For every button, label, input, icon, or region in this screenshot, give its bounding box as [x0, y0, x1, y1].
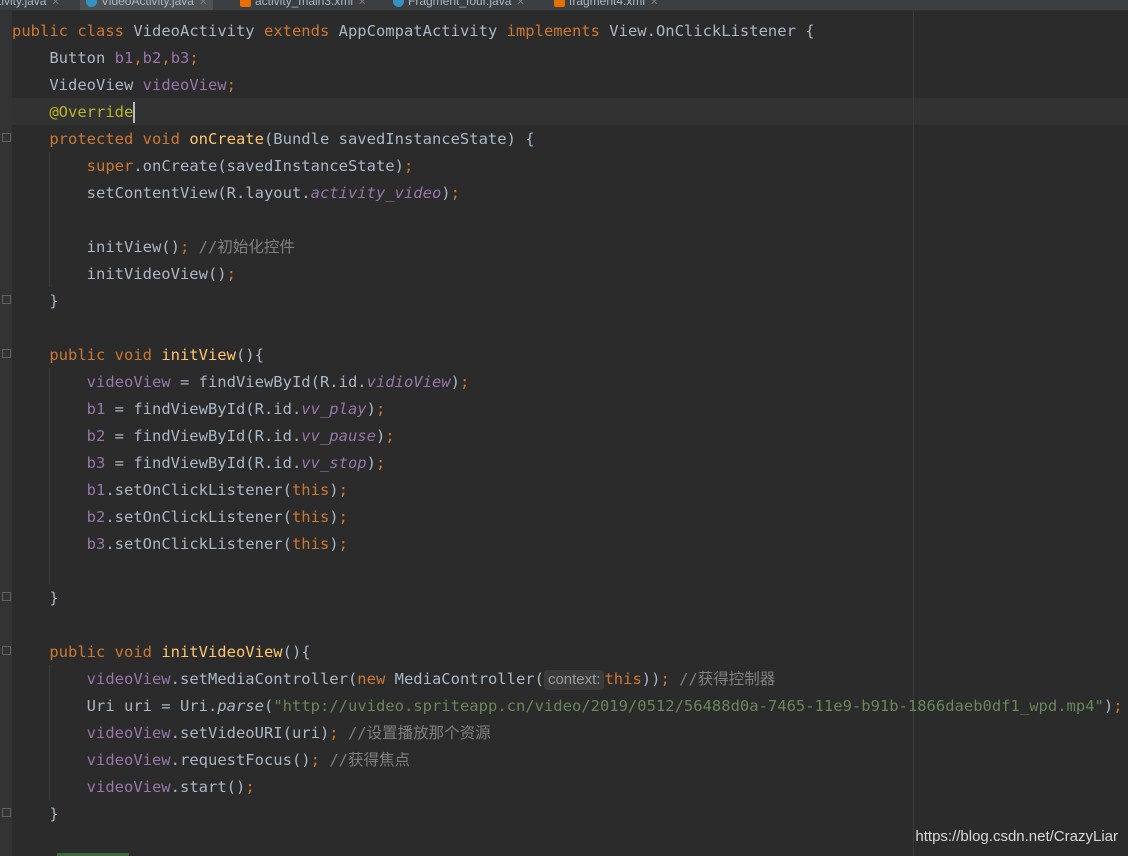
code-line-4: @Override [12, 102, 136, 123]
tab-activity-main3-xml[interactable]: activity_main3.xml ✕ [240, 0, 366, 10]
code-line-9: initView(); //初始化控件 [12, 238, 295, 256]
editor-gutter [0, 11, 12, 856]
code-line-15: b1 = findViewById(R.id.vv_play); [86, 400, 386, 418]
code-line-25: videoView.setMediaController(new MediaCo… [86, 670, 776, 690]
close-icon[interactable]: ✕ [650, 0, 658, 8]
code-line-19: b2.setOnClickListener(this); [86, 508, 348, 526]
code-line-14: videoView = findViewById(R.id.vidioView)… [86, 373, 470, 391]
code-line-20: b3.setOnClickListener(this); [86, 535, 348, 553]
code-line-1: public class VideoActivity extends AppCo… [12, 22, 815, 40]
code-line-2: Button b1,b2,b3; [12, 49, 199, 67]
text-caret [133, 102, 136, 123]
tab-fragment-four-java[interactable]: Fragment_four.java ✕ [393, 0, 525, 10]
code-line-17: b3 = findViewById(R.id.vv_stop); [86, 454, 386, 472]
close-icon[interactable]: ✕ [358, 0, 366, 8]
close-icon[interactable]: ✕ [199, 0, 207, 8]
xml-file-icon [554, 0, 565, 8]
code-line-5: protected void onCreate(Bundle savedInst… [12, 130, 535, 148]
xml-file-icon [240, 0, 251, 8]
close-icon[interactable]: ✕ [51, 0, 59, 8]
close-icon[interactable]: ✕ [516, 0, 524, 8]
fold-icon[interactable] [2, 349, 11, 358]
code-line-27: videoView.setVideoURI(uri); //设置播放那个资源 [86, 724, 491, 742]
code-line-29: videoView.start(); [86, 778, 255, 796]
fold-icon[interactable] [2, 295, 11, 304]
code-line-16: b2 = findViewById(R.id.vv_pause); [86, 427, 395, 445]
fold-icon[interactable] [2, 133, 11, 142]
java-class-icon [393, 0, 404, 8]
code-line-3: VideoView videoView; [12, 76, 236, 94]
parameter-hint: context: [543, 670, 605, 690]
fold-icon[interactable] [2, 808, 11, 817]
code-line-6: super.onCreate(savedInstanceState); [12, 157, 414, 175]
code-line-30: } [12, 805, 59, 823]
code-line-18: b1.setOnClickListener(this); [86, 481, 348, 499]
code-line-7: setContentView(R.layout.activity_video); [12, 184, 460, 202]
watermark: https://blog.csdn.net/CrazyLiar [915, 828, 1118, 845]
code-line-22: } [12, 589, 59, 607]
code-line-10: initVideoView(); [12, 265, 236, 283]
tab-fragment4-xml[interactable]: fragment4.xml ✕ [554, 0, 658, 10]
fold-icon[interactable] [2, 592, 11, 601]
editor-tab-bar: ctivity.java✕ VideoActivity.java✕ activi… [0, 0, 1128, 11]
tab-ctivity-java[interactable]: ctivity.java✕ [0, 0, 60, 10]
code-editor[interactable]: public class VideoActivity extends AppCo… [12, 18, 1123, 828]
fold-icon[interactable] [2, 646, 11, 655]
code-line-28: videoView.requestFocus(); //获得焦点 [86, 751, 410, 769]
java-class-icon [86, 0, 97, 8]
code-line-26: Uri uri = Uri.parse("http://uvideo.sprit… [12, 697, 1123, 715]
tab-videoactivity-java[interactable]: VideoActivity.java ✕ [80, 0, 214, 10]
code-line-24: public void initVideoView(){ [12, 643, 311, 661]
code-line-11: } [12, 292, 59, 310]
code-line-13: public void initView(){ [12, 346, 264, 364]
